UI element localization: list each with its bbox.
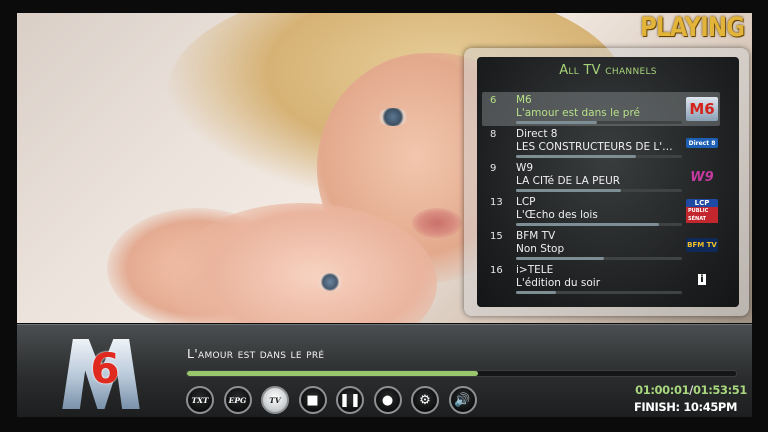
time-readout: 01:00:01/01:53:51 <box>627 383 747 397</box>
gear-icon: ⚙ <box>419 392 431 408</box>
channel-current-program: L'amour est dans le pré <box>516 107 641 119</box>
channel-name: BFM TV <box>516 230 556 242</box>
channel-logo: i <box>686 267 718 291</box>
playback-progress-track[interactable] <box>186 370 737 377</box>
pause-icon: ❚❚ <box>339 392 361 408</box>
channel-program-progress <box>516 257 682 260</box>
channel-logo-text: i <box>698 273 706 285</box>
finish-time: FINISH: 10:45PM <box>633 400 737 414</box>
channel-number: 8 <box>490 129 497 140</box>
channel-logo: Direct 8 <box>686 138 718 148</box>
channel-logo-six: 6 <box>90 343 120 393</box>
channel-program-progress-fill <box>516 189 621 192</box>
channel-number: 6 <box>490 95 497 106</box>
channel-list-inner: All TV channels 6 M6 L'amour est dans le p… <box>477 57 739 307</box>
player-control-bar: 6 L'amour est dans le pré TXT EPG TV ■ ❚❚ ● ⚙ 🔊… <box>17 324 752 417</box>
channel-program-progress-fill <box>516 257 604 260</box>
tv-icon: TV <box>269 395 281 405</box>
channel-program-progress <box>516 121 682 124</box>
epg-button[interactable]: EPG <box>223 386 252 414</box>
channel-logo: M6 <box>686 97 718 121</box>
program-title: L'amour est dans le pré <box>187 346 325 361</box>
playback-progress-fill <box>187 371 478 376</box>
channel-current-program: L'édition du soir <box>516 277 601 289</box>
channel-program-progress-fill <box>516 291 556 294</box>
channel-logo: LCP PUBLIC SÉNAT <box>686 199 718 223</box>
channel-row[interactable]: 15 BFM TV Non Stop BFM TV <box>482 228 720 262</box>
channel-logo-text: LCP <box>694 199 710 207</box>
pause-button[interactable]: ❚❚ <box>336 386 364 414</box>
channel-number: 15 <box>490 231 503 242</box>
record-icon: ● <box>381 392 394 408</box>
teletext-icon: TXT <box>191 395 209 405</box>
channel-program-progress-fill <box>516 223 659 226</box>
stop-icon: ■ <box>306 392 319 408</box>
channel-current-program: LA CITé DE LA PEUR <box>516 175 621 187</box>
epg-icon: EPG <box>228 395 247 405</box>
channel-current-program: Non Stop <box>516 243 565 255</box>
channel-list-title: All TV channels <box>559 63 657 78</box>
channel-current-program: L'Œcho des lois <box>516 209 598 221</box>
tv-button[interactable]: TV <box>261 386 289 414</box>
txt-button[interactable]: TXT <box>186 386 214 414</box>
channel-row[interactable]: 16 i>TELE L'édition du soir i <box>482 262 720 296</box>
playing-status-label: PLAYING <box>640 12 745 43</box>
channel-program-progress <box>516 223 682 226</box>
channel-program-progress-fill <box>516 121 598 124</box>
channel-current-program: LES CONSTRUCTEURS DE L'EXTRÊME <box>516 141 678 153</box>
channel-number: 16 <box>490 265 503 276</box>
channel-logo-subtext: PUBLIC SÉNAT <box>686 207 718 223</box>
volume-icon: 🔊 <box>454 392 471 408</box>
video-lips <box>412 208 462 238</box>
channel-row[interactable]: 13 LCP L'Œcho des lois LCP PUBLIC SÉNAT <box>482 194 720 228</box>
channel-list-panel: All TV channels 6 M6 L'amour est dans le p… <box>464 48 749 316</box>
channel-row[interactable]: 6 M6 L'amour est dans le pré M6 <box>482 92 720 126</box>
channel-program-progress <box>516 155 682 158</box>
channel-row[interactable]: 9 W9 LA CITé DE LA PEUR W9 <box>482 160 720 194</box>
channel-name: LCP <box>516 196 536 208</box>
channel-name: i>TELE <box>516 264 554 276</box>
volume-button[interactable]: 🔊 <box>448 386 477 414</box>
elapsed-time: 01:00:01 <box>635 383 690 397</box>
channel-program-progress-fill <box>516 155 636 158</box>
channel-logo: BFM TV <box>686 238 718 252</box>
channel-program-progress <box>516 189 682 192</box>
channel-name: Direct 8 <box>516 128 558 140</box>
channel-number: 13 <box>490 197 503 208</box>
channel-number: 9 <box>490 163 497 174</box>
channel-program-progress <box>516 291 682 294</box>
channel-name: M6 <box>516 94 532 106</box>
tv-player-screen: PLAYING All TV channels 6 M6 L'amour est d… <box>0 0 768 432</box>
channel-row[interactable]: 8Direct 8LES CONSTRUCTEURS DE L'EXTRÊMED… <box>482 126 720 160</box>
record-button[interactable]: ● <box>373 386 402 414</box>
video-mother-eye <box>377 108 409 126</box>
total-time: 01:53:51 <box>692 383 747 397</box>
channel-logo: W9 <box>690 169 714 185</box>
channel-name: W9 <box>516 162 534 174</box>
video-baby-eye <box>317 273 343 291</box>
stop-button[interactable]: ■ <box>298 386 327 414</box>
settings-button[interactable]: ⚙ <box>411 386 439 414</box>
